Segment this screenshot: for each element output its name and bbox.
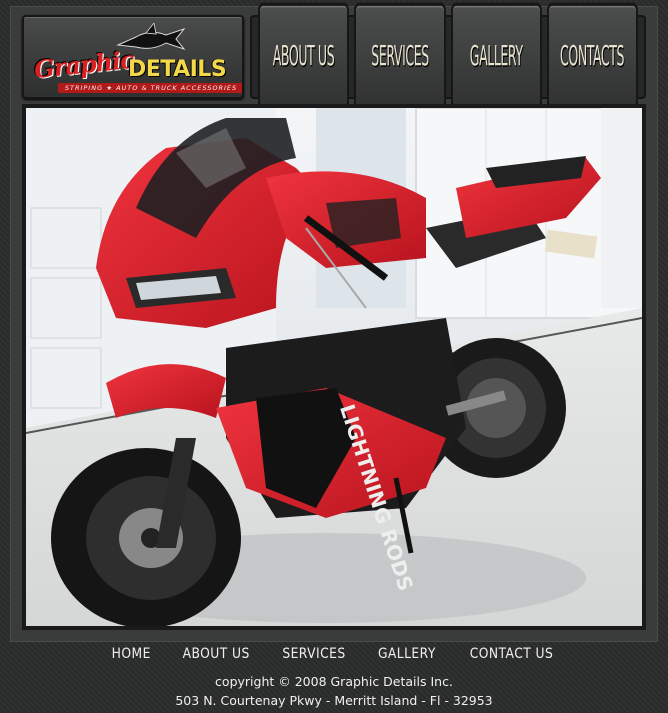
footer-link-contact-us[interactable]: CONTACT US: [469, 646, 553, 662]
copyright-text: copyright © 2008 Graphic Details Inc.: [215, 674, 453, 689]
nav-label: ABOUT US: [272, 41, 335, 73]
footer-link-services[interactable]: SERVICES: [282, 646, 345, 662]
footer-link-about-us[interactable]: ABOUT US: [182, 646, 249, 662]
address-text: 503 N. Courtenay Pkwy - Merritt Island -…: [175, 693, 493, 708]
site-logo[interactable]: Graphic DETAILS STRIPING ★ AUTO & TRUCK …: [22, 15, 244, 99]
footer-nav: HOME ABOUT US SERVICES GALLERY CONTACT U…: [0, 646, 668, 662]
logo-tagline: STRIPING ★ AUTO & TRUCK ACCESSORIES: [58, 83, 242, 93]
nav-label: GALLERY: [469, 41, 523, 73]
motorcycle-photo: LIGHTNING RODS: [26, 108, 642, 626]
main-nav: ABOUT US SERVICES GALLERY CONTACTS: [250, 2, 646, 112]
nav-contacts-button[interactable]: CONTACTS: [546, 2, 638, 112]
logo-brand-graphic: Graphic: [32, 44, 135, 85]
nav-gallery-button[interactable]: GALLERY: [450, 2, 542, 112]
nav-about-us-button[interactable]: ABOUT US: [258, 2, 350, 112]
nav-services-button[interactable]: SERVICES: [354, 2, 446, 112]
hero-image: LIGHTNING RODS: [22, 104, 646, 630]
nav-label: SERVICES: [371, 41, 429, 73]
footer-link-gallery[interactable]: GALLERY: [378, 646, 436, 662]
footer-link-home[interactable]: HOME: [112, 646, 151, 662]
nav-label: CONTACTS: [560, 41, 625, 73]
logo-brand-details: DETAILS: [128, 57, 227, 82]
